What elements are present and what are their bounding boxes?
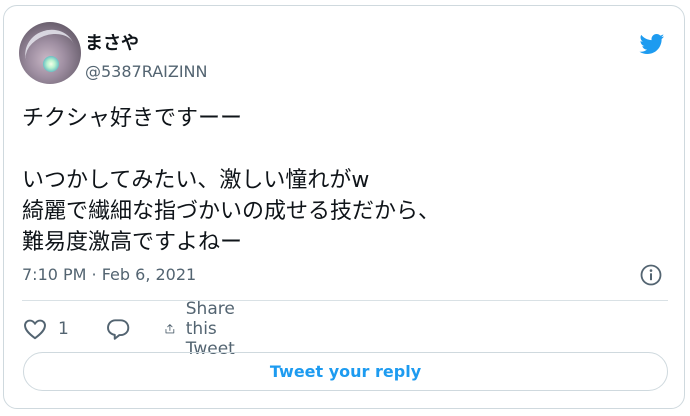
like-count: 1 (58, 319, 69, 339)
share-button[interactable]: Share this Tweet (164, 299, 249, 359)
tweet-reply-button[interactable]: Tweet your reply (23, 352, 668, 391)
twitter-bird-icon[interactable] (636, 31, 667, 57)
display-name[interactable]: まさや (85, 34, 139, 54)
tweet-card: まさや @5387RAIZINN チクシャ好きですーー いつかしてみたい、激しい… (3, 5, 685, 409)
tweet-text: チクシャ好きですーー いつかしてみたい、激しい憧れがw 綺麗で繊細な指づかいの成… (22, 106, 441, 255)
info-icon[interactable] (639, 263, 663, 287)
divider (22, 300, 668, 301)
share-label: Share this Tweet (185, 299, 235, 359)
tweet-timestamp[interactable]: 7:10 PM · Feb 6, 2021 (22, 265, 196, 285)
user-handle[interactable]: @5387RAIZINN (85, 62, 207, 82)
heart-icon (24, 319, 46, 340)
reply-bubble-icon (107, 319, 130, 340)
avatar[interactable] (19, 22, 81, 84)
reply-button[interactable] (105, 314, 131, 344)
share-icon (165, 324, 175, 334)
like-button[interactable]: 1 (22, 314, 69, 344)
